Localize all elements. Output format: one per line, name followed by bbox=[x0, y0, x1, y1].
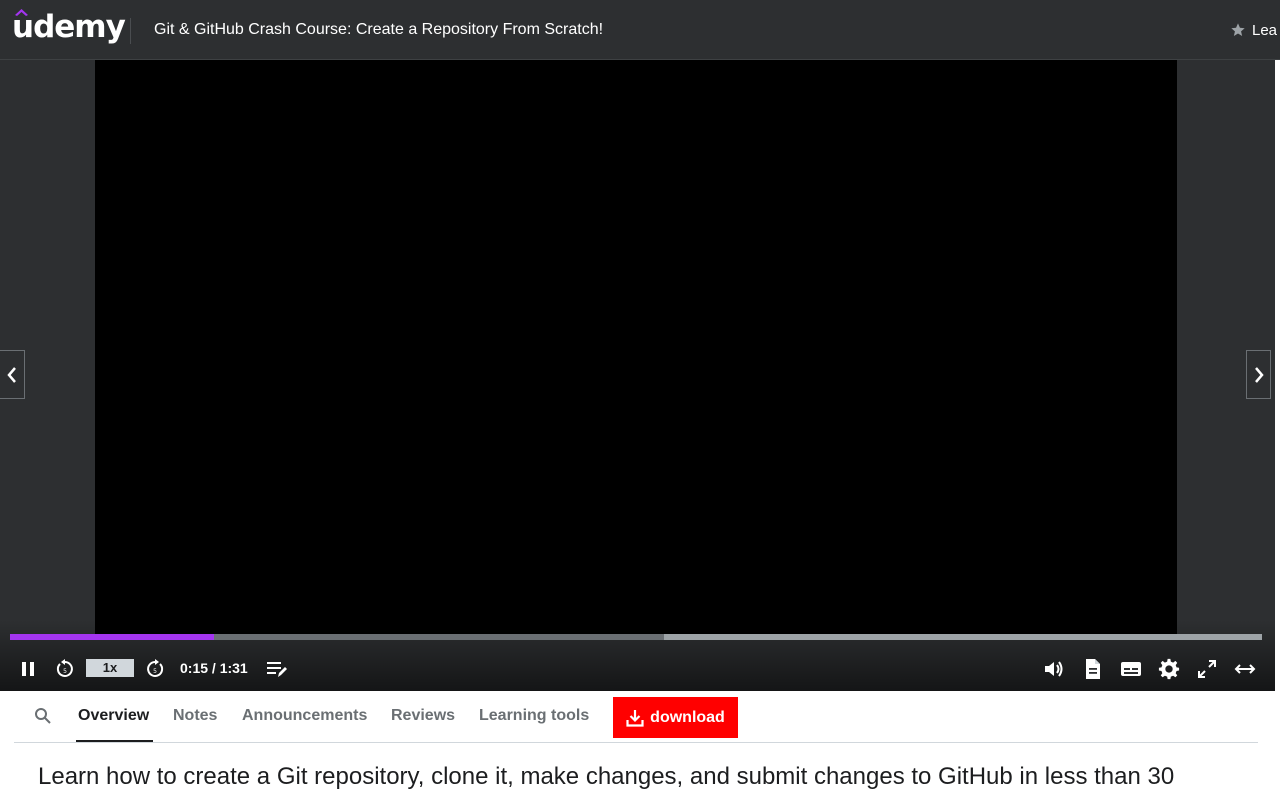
volume-icon bbox=[1045, 661, 1063, 677]
progress-played bbox=[10, 634, 215, 640]
course-title[interactable]: Git & GitHub Crash Course: Create a Repo… bbox=[154, 21, 603, 39]
top-header: udemy Git & GitHub Crash Course: Create … bbox=[0, 0, 1280, 60]
download-button[interactable]: download bbox=[613, 697, 738, 738]
download-icon bbox=[626, 709, 644, 727]
video-screen[interactable] bbox=[95, 60, 1177, 635]
forward-button[interactable]: 5 bbox=[144, 658, 166, 680]
tab-overview[interactable]: Overview bbox=[78, 707, 149, 725]
course-tabs: Overview Notes Announcements Reviews Lea… bbox=[14, 691, 1258, 743]
notes-icon bbox=[267, 662, 287, 677]
fullscreen-icon bbox=[1198, 660, 1216, 678]
expand-button[interactable] bbox=[1234, 658, 1256, 680]
leave-rating-label[interactable]: Lea bbox=[1252, 22, 1277, 39]
rewind-button[interactable]: 5 bbox=[54, 658, 76, 680]
captions-icon bbox=[1121, 662, 1141, 676]
transcript-icon bbox=[1086, 659, 1100, 679]
expand-icon bbox=[1234, 664, 1256, 674]
course-description: Learn how to create a Git repository, cl… bbox=[38, 763, 1175, 790]
settings-button[interactable] bbox=[1158, 658, 1180, 680]
tab-reviews[interactable]: Reviews bbox=[391, 707, 455, 725]
chevron-left-icon bbox=[7, 366, 16, 383]
pause-icon bbox=[22, 662, 34, 676]
transcript-button[interactable] bbox=[1082, 658, 1104, 680]
svg-text:5: 5 bbox=[63, 668, 67, 675]
previous-lecture-button[interactable] bbox=[0, 350, 25, 399]
progress-bar[interactable] bbox=[10, 634, 1262, 640]
volume-button[interactable] bbox=[1043, 658, 1065, 680]
udemy-logo[interactable]: udemy bbox=[12, 8, 126, 52]
video-player: 5 1x 5 0:15 / 1:31 bbox=[0, 60, 1275, 691]
player-controls: 5 1x 5 0:15 / 1:31 bbox=[0, 648, 1275, 688]
captions-button[interactable] bbox=[1120, 658, 1142, 680]
settings-icon bbox=[1158, 658, 1180, 680]
time-display: 0:15 / 1:31 bbox=[180, 660, 248, 676]
star-icon[interactable] bbox=[1230, 22, 1246, 38]
forward-icon: 5 bbox=[147, 659, 164, 677]
download-label: download bbox=[650, 708, 725, 726]
search-icon[interactable] bbox=[34, 707, 52, 725]
tab-announcements[interactable]: Announcements bbox=[242, 707, 367, 725]
header-divider bbox=[130, 18, 131, 44]
add-note-button[interactable] bbox=[266, 658, 288, 680]
logo-text: udemy bbox=[12, 9, 126, 45]
tab-notes[interactable]: Notes bbox=[173, 707, 217, 725]
svg-text:5: 5 bbox=[153, 668, 157, 675]
fullscreen-button[interactable] bbox=[1196, 658, 1218, 680]
rewind-icon: 5 bbox=[56, 659, 73, 677]
playback-speed-button[interactable]: 1x bbox=[86, 659, 134, 677]
active-tab-indicator bbox=[76, 740, 153, 742]
next-lecture-button[interactable] bbox=[1246, 350, 1271, 399]
chevron-right-icon bbox=[1254, 366, 1264, 383]
tab-learning-tools[interactable]: Learning tools bbox=[479, 707, 589, 725]
pause-button[interactable] bbox=[17, 658, 39, 680]
